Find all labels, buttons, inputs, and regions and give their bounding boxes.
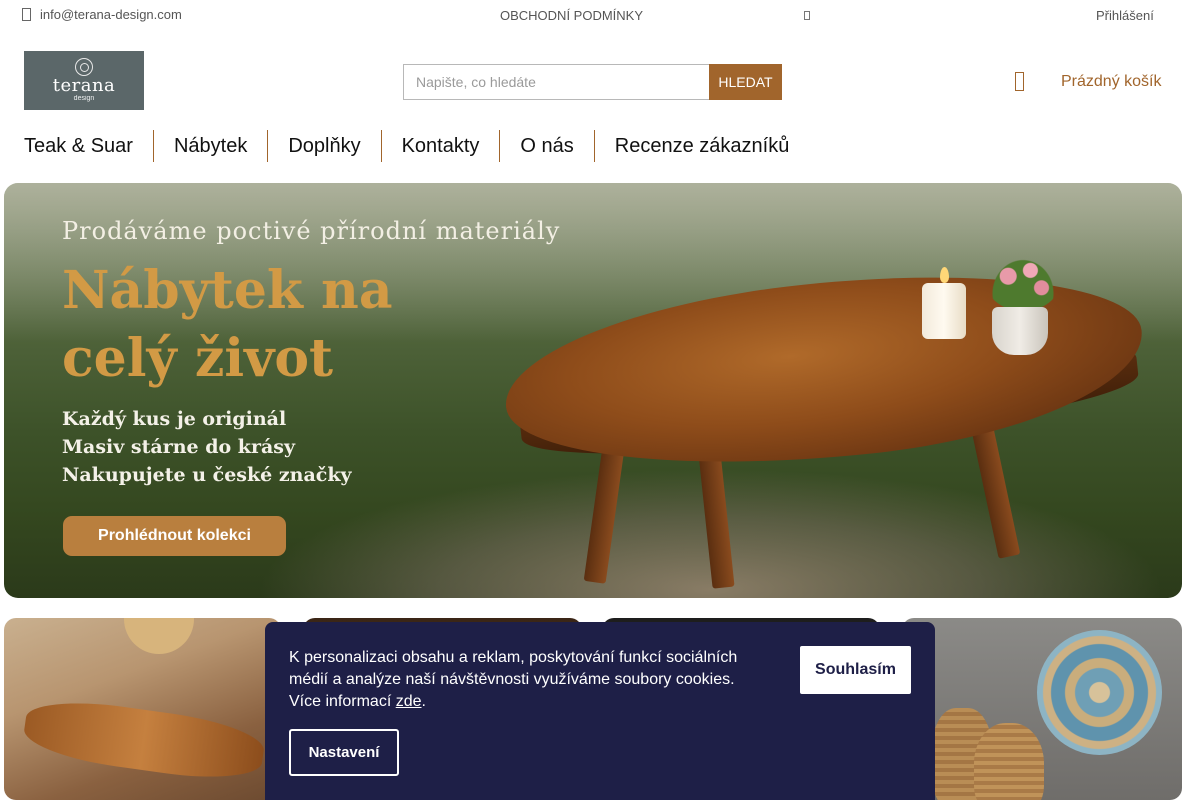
browse-collection-button[interactable]: Prohlédnout kolekci — [63, 516, 286, 556]
search-bar: HLEDAT — [403, 64, 782, 100]
cart-icon[interactable] — [1015, 72, 1024, 91]
cookie-banner: K personalizaci obsahu a reklam, poskyto… — [265, 622, 935, 800]
nav-item-recenze[interactable]: Recenze zákazníků — [593, 130, 810, 162]
main-nav: Teak & Suar Nábytek Doplňky Kontakty O n… — [24, 130, 809, 162]
hero-banner[interactable]: Prodáváme poctivé přírodní materiály Náb… — [4, 183, 1182, 598]
logo[interactable]: terana design — [24, 51, 144, 110]
hero-subtitle: Prodáváme poctivé přírodní materiály — [62, 217, 561, 245]
flower-pot-image — [992, 307, 1048, 355]
candle-flame — [940, 267, 949, 283]
hero-points: Každý kus je originál Masiv stárne do kr… — [62, 405, 352, 489]
nav-item-teak-suar[interactable]: Teak & Suar — [24, 130, 153, 162]
logo-subtitle: design — [73, 95, 95, 102]
cookie-more-info-link[interactable]: zde — [396, 693, 422, 710]
hero-point: Každý kus je originál — [62, 408, 287, 430]
candle-image — [922, 283, 966, 339]
category-tile-accessories[interactable] — [902, 618, 1182, 800]
decor-plate-image — [1037, 630, 1162, 755]
cookie-text-end: . — [421, 693, 426, 710]
logo-emblem-icon — [75, 58, 93, 76]
hero-title: Nábytek na celý život — [62, 257, 393, 393]
contact-email[interactable]: info@terana-design.com — [22, 7, 182, 22]
cart[interactable]: Prázdný košík — [1015, 72, 1161, 91]
cart-label[interactable]: Prázdný košík — [1061, 73, 1161, 91]
lamp-image — [124, 618, 194, 654]
mail-icon — [22, 8, 31, 21]
logo-name: terana — [52, 75, 116, 96]
flowers-image — [986, 253, 1060, 311]
hero-point: Masiv stárne do krásy — [62, 436, 296, 458]
nav-item-doplnky[interactable]: Doplňky — [267, 130, 380, 162]
cookie-text-main: K personalizaci obsahu a reklam, poskyto… — [289, 649, 738, 710]
hero-table-leg — [969, 417, 1021, 559]
top-bar: info@terana-design.com OBCHODNÍ PODMÍNKY… — [0, 0, 1200, 32]
nav-item-nabytek[interactable]: Nábytek — [152, 130, 267, 162]
cookie-text: K personalizaci obsahu a reklam, poskyto… — [289, 647, 759, 713]
hero-point: Nakupujete u české značky — [62, 464, 352, 486]
category-tile-dining[interactable] — [4, 618, 281, 800]
hero-title-line1: Nábytek na — [62, 260, 393, 321]
small-icon[interactable] — [804, 11, 810, 20]
search-input[interactable] — [403, 64, 709, 100]
nav-item-kontakty[interactable]: Kontakty — [380, 130, 500, 162]
terms-link[interactable]: OBCHODNÍ PODMÍNKY — [500, 8, 643, 23]
dining-table-image — [20, 693, 268, 787]
vase-image — [974, 723, 1044, 800]
cookie-settings-button[interactable]: Nastavení — [289, 729, 399, 776]
nav-item-o-nas[interactable]: O nás — [499, 130, 593, 162]
hero-title-line2: celý život — [62, 328, 334, 389]
login-link[interactable]: Přihlášení — [1096, 8, 1154, 23]
contact-email-text[interactable]: info@terana-design.com — [40, 7, 182, 22]
search-button[interactable]: HLEDAT — [709, 64, 782, 100]
cookie-accept-button[interactable]: Souhlasím — [800, 646, 911, 694]
